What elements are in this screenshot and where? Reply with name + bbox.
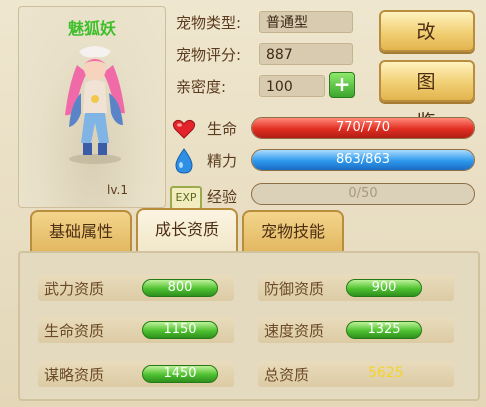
exp-label: 经验 <box>207 188 238 206</box>
pet-score-label: 宠物评分: <box>176 46 242 64</box>
pet-info-panel: 魅狐妖 lv.1 宠物类型: 普通型 宠物评分: 887 亲密度: 100 + … <box>0 0 486 407</box>
stat-name: 武力资质 <box>44 280 105 298</box>
stat-name: 谋略资质 <box>44 366 105 384</box>
stat-row-speed: 速度资质 1325 <box>258 317 454 343</box>
exp-badge-icon: EXP <box>170 186 202 210</box>
stat-value-pill: 1450 <box>142 365 218 383</box>
mp-bar: 863/863 <box>251 149 475 171</box>
stat-row-total: 总资质 5625 <box>258 361 454 387</box>
exp-text: 0/50 <box>348 186 378 201</box>
stat-value-pill: 900 <box>346 279 422 297</box>
handbook-button[interactable]: 图 鉴 <box>379 60 475 133</box>
pet-name: 魅狐妖 <box>67 19 116 38</box>
mp-label: 精力 <box>207 152 238 170</box>
stat-name: 防御资质 <box>264 280 325 298</box>
total-aptitude-value: 5625 <box>368 365 404 381</box>
hp-bar: 770/770 <box>251 117 475 139</box>
stat-value-pill: 800 <box>142 279 218 297</box>
stat-value-pill: 1150 <box>142 321 218 339</box>
stat-name: 总资质 <box>264 366 310 384</box>
add-intimacy-button[interactable]: + <box>329 72 355 98</box>
stat-value-pill: 1325 <box>346 321 422 339</box>
pet-type-label: 宠物类型: <box>176 14 242 32</box>
stat-row-force: 武力资质 800 <box>38 275 234 301</box>
stat-row-defense: 防御资质 900 <box>258 275 454 301</box>
mp-text: 863/863 <box>335 152 390 167</box>
pet-score-field: 887 <box>259 43 353 65</box>
water-drop-icon <box>175 148 193 174</box>
pet-sprite <box>65 46 125 164</box>
intimacy-label: 亲密度: <box>176 78 227 96</box>
stat-name: 生命资质 <box>44 322 105 340</box>
intimacy-field: 100 <box>259 75 325 97</box>
pet-portrait: 魅狐妖 lv.1 <box>18 6 166 208</box>
stat-row-life: 生命资质 1150 <box>38 317 234 343</box>
aptitude-panel: 武力资质 800 生命资质 1150 谋略资质 1450 防御资质 900 速度… <box>18 251 480 401</box>
tab-growth-aptitude[interactable]: 成长资质 <box>136 208 238 254</box>
rename-button[interactable]: 改 名 <box>379 10 475 83</box>
pet-level: lv.1 <box>107 183 128 197</box>
stat-name: 速度资质 <box>264 322 325 340</box>
tab-pet-skills[interactable]: 宠物技能 <box>242 210 344 252</box>
exp-bar: 0/50 <box>251 183 475 205</box>
stat-row-strategy: 谋略资质 1450 <box>38 361 234 387</box>
heart-icon <box>172 119 196 139</box>
pet-type-field: 普通型 <box>259 11 353 33</box>
tab-basic-attributes[interactable]: 基础属性 <box>30 210 132 252</box>
hp-text: 770/770 <box>335 120 390 135</box>
hp-label: 生命 <box>207 120 238 138</box>
